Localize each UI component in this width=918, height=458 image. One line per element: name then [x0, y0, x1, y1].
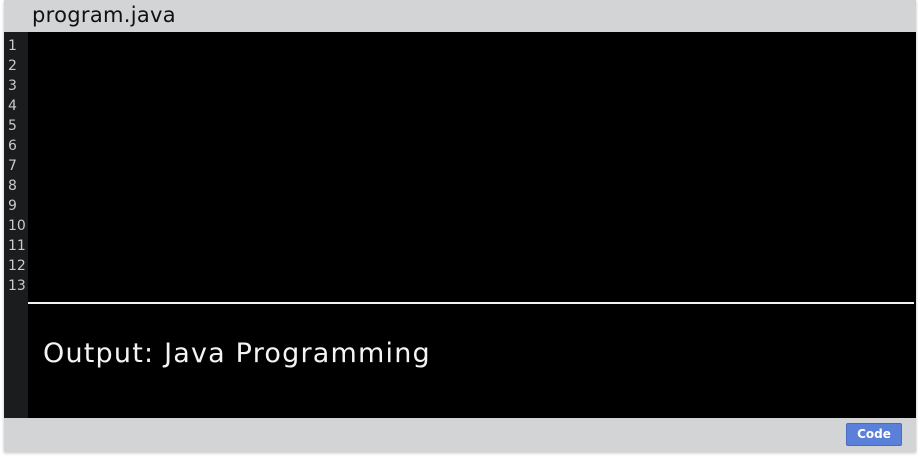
- code-button[interactable]: Code: [846, 423, 902, 446]
- line-number: 11: [8, 238, 26, 254]
- line-number: 8: [8, 178, 17, 194]
- bottom-bar: Code: [4, 418, 916, 452]
- output-panel: Output: Java Programming: [28, 304, 916, 418]
- line-number: 1: [8, 38, 17, 54]
- output-text: Output: Java Programming: [43, 338, 431, 369]
- line-number: 2: [8, 58, 17, 74]
- line-number: 9: [8, 198, 17, 214]
- line-number-gutter: 1 2 3 4 5 6 7 8 9 10 11 12 13: [4, 32, 28, 418]
- code-window: program.java 1 2 3 4 5 6 7 8 9 10 11 12 …: [4, 0, 916, 452]
- line-number: 4: [8, 98, 17, 114]
- line-number: 5: [8, 118, 17, 134]
- file-title: program.java: [32, 3, 176, 27]
- code-editor: 1 2 3 4 5 6 7 8 9 10 11 12 13 Output: Ja…: [4, 32, 916, 418]
- line-number: 6: [8, 138, 17, 154]
- line-number: 7: [8, 158, 17, 174]
- code-text-area[interactable]: [28, 32, 914, 302]
- line-number: 13: [8, 278, 26, 294]
- line-number: 12: [8, 258, 26, 274]
- line-numbers: 1 2 3 4 5 6 7 8 9 10 11 12 13: [8, 36, 26, 296]
- title-bar: program.java: [4, 0, 916, 32]
- line-number: 3: [8, 78, 17, 94]
- line-number: 10: [8, 218, 26, 234]
